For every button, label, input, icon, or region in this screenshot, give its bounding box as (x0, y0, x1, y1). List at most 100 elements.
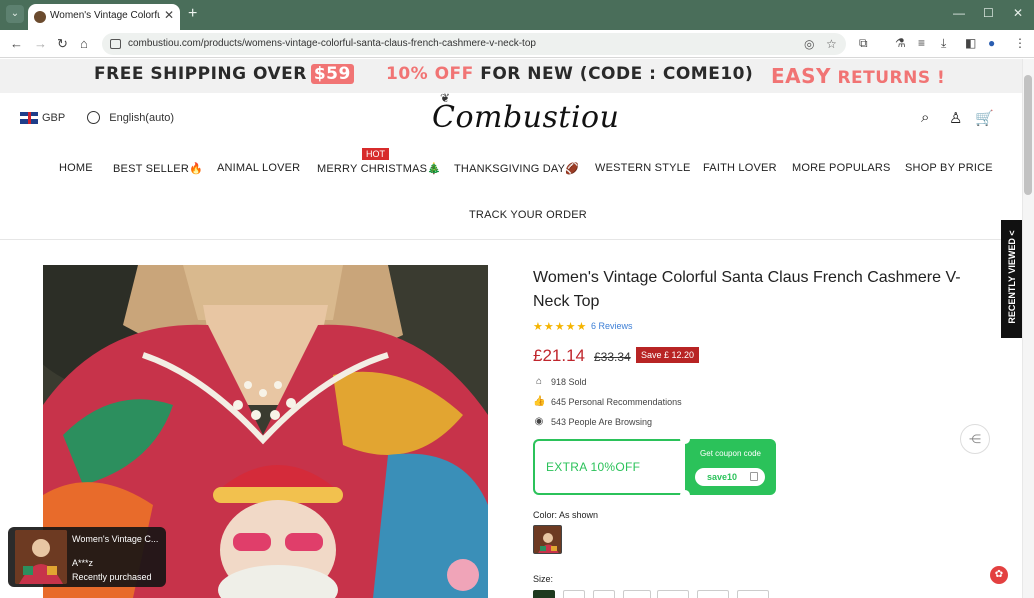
new-tab-icon[interactable]: + (188, 5, 197, 23)
language-label[interactable]: English(auto) (109, 112, 174, 124)
tab-search-icon[interactable]: ⌄ (6, 5, 24, 23)
locale-selector[interactable]: GBP English(auto) (20, 111, 174, 124)
nav-divider (0, 239, 1022, 240)
size-option[interactable] (657, 590, 689, 598)
cart-icon[interactable]: 🛒 (975, 109, 994, 127)
nav-more-populars[interactable]: MORE POPULARS (792, 162, 891, 174)
tracking-eye-icon[interactable]: ◎ (804, 37, 814, 51)
original-price: £33.34 (594, 350, 631, 364)
toast-status: Recently purchased (72, 572, 152, 582)
site-info-icon[interactable] (110, 39, 121, 49)
reviews-link[interactable]: 6 Reviews (591, 321, 633, 331)
browser-window: ⌄ Women's Vintage Colorful Santa ✕ + — ☐… (0, 0, 1034, 598)
share-button[interactable]: ⋲ (960, 424, 990, 454)
nav-western-style[interactable]: WESTERN STYLE (595, 162, 691, 174)
toast-product-name: Women's Vintage C... (72, 534, 159, 544)
recommendations-stat: 👍 645 Personal Recommendations (533, 396, 682, 407)
reading-list-icon[interactable]: ≡ (918, 36, 925, 50)
maximize-icon[interactable]: ☐ (983, 6, 994, 20)
free-shipping-promo: FREE SHIPPING OVER $59 (94, 64, 354, 84)
back-icon[interactable]: ← (10, 36, 23, 52)
site-logo[interactable]: Combustiou (432, 100, 619, 144)
product-title: Women's Vintage Colorful Santa Claus Fre… (533, 269, 961, 310)
coupon-notch-top (680, 434, 690, 444)
tab-title: Women's Vintage Colorful Santa (50, 10, 160, 21)
home-icon[interactable]: ⌂ (80, 36, 88, 52)
bookmark-star-icon[interactable]: ☆ (826, 37, 837, 51)
thumbs-up-icon: 👍 (533, 396, 546, 407)
recent-purchase-toast[interactable]: Women's Vintage C... A***z Recently purc… (8, 527, 166, 587)
chat-support-icon[interactable]: ✿ (990, 566, 1008, 584)
side-panel-icon[interactable]: ◧ (965, 36, 976, 50)
shipping-amount: $59 (310, 64, 354, 84)
swatch-thumbnail (534, 526, 561, 553)
nav-track-order[interactable]: TRACK YOUR ORDER (469, 209, 587, 221)
sold-text: 918 Sold (551, 376, 587, 387)
url-text[interactable]: combustiou.com/products/womens-vintage-c… (128, 38, 536, 49)
recently-viewed-label: RECENTLY VIEWED < (1007, 230, 1017, 324)
save-badge: Save £ 12.20 (636, 347, 700, 363)
active-tab[interactable]: Women's Vintage Colorful Santa ✕ (28, 4, 180, 30)
search-icon[interactable]: ⌕ (921, 109, 929, 126)
favicon-icon (34, 11, 46, 23)
nav-home[interactable]: HOME (59, 162, 93, 174)
sold-stat: ⌂ 918 Sold (533, 376, 587, 387)
recommendations-text: 645 Personal Recommendations (551, 396, 682, 407)
omnibox[interactable]: combustiou.com/products/womens-vintage-c… (102, 33, 846, 55)
coupon-offer-panel: EXTRA 10%OFF (533, 439, 685, 495)
bag-icon: ⌂ (535, 376, 543, 387)
forward-icon[interactable]: → (34, 36, 47, 52)
nav-best-seller[interactable]: BEST SELLER🔥 (113, 162, 203, 175)
labs-icon[interactable]: ⚗ (895, 36, 906, 50)
nav-shop-by-price[interactable]: SHOP BY PRICE (905, 162, 993, 174)
scrollbar-thumb[interactable] (1024, 75, 1032, 195)
toast-product-thumbnail (15, 530, 67, 584)
current-price: £21.14 (533, 346, 585, 365)
size-option[interactable] (563, 590, 585, 598)
tab-bar: ⌄ Women's Vintage Colorful Santa ✕ + — ☐… (0, 0, 1034, 30)
browsing-text: 543 People Are Browsing (551, 416, 653, 427)
recently-viewed-tab[interactable]: RECENTLY VIEWED < (1001, 220, 1022, 338)
currency-label[interactable]: GBP (42, 112, 65, 124)
nav-faith-lover[interactable]: FAITH LOVER (703, 162, 777, 174)
download-icon[interactable]: ⤓ (941, 36, 946, 51)
eye-icon: ◉ (534, 416, 544, 427)
profile-icon[interactable]: ● (988, 36, 995, 50)
nav-thanksgiving-day[interactable]: THANKSGIVING DAY🏈 (454, 162, 579, 175)
uk-flag-icon (20, 111, 38, 124)
discount-text: FOR NEW (CODE : COME10) (480, 64, 754, 84)
size-option[interactable] (697, 590, 729, 598)
hot-badge: HOT (362, 148, 389, 160)
address-bar: ← → ↻ ⌂ combustiou.com/products/womens-v… (0, 30, 1034, 58)
coupon-code-panel[interactable]: Get coupon code save10 (685, 439, 776, 495)
account-icon[interactable]: ♙ (949, 109, 962, 127)
copy-icon[interactable] (750, 472, 758, 481)
close-window-icon[interactable]: ✕ (1013, 6, 1023, 20)
nav-merry-christmas[interactable]: MERRY CHRISTMAS🎄 (317, 162, 441, 175)
color-swatch-as-shown[interactable] (533, 525, 562, 554)
minimize-icon[interactable]: — (953, 6, 965, 20)
color-label: Color: As shown (533, 510, 599, 520)
coupon-code-text: save10 (707, 472, 738, 482)
size-option[interactable] (593, 590, 615, 598)
promo-banner[interactable]: FREE SHIPPING OVER $59 10% OFF FOR NEW (C… (0, 59, 1022, 93)
coupon-code-button[interactable]: save10 (695, 468, 765, 486)
coupon-offer: EXTRA 10%OFF (546, 460, 641, 474)
extensions-icon[interactable]: ⧉ (859, 36, 868, 51)
size-option[interactable] (737, 590, 769, 598)
reload-icon[interactable]: ↻ (57, 36, 68, 52)
browsing-stat: ◉ 543 People Are Browsing (533, 416, 652, 427)
discount-promo: 10% OFF FOR NEW (CODE : COME10) (386, 64, 753, 84)
close-tab-icon[interactable]: ✕ (164, 8, 174, 22)
toast-buyer: A***z (72, 558, 94, 568)
returns-text: RETURNS ! (837, 68, 946, 88)
size-label: Size: (533, 574, 554, 584)
size-option[interactable] (623, 590, 651, 598)
globe-icon (87, 111, 101, 124)
coupon-card[interactable]: EXTRA 10%OFF Get coupon code save10 (533, 434, 776, 500)
nav-animal-lover[interactable]: ANIMAL LOVER (217, 162, 300, 174)
returns-promo: EASY RETURNS ! (771, 64, 945, 88)
discount-highlight: 10% OFF (386, 64, 474, 84)
size-option-selected[interactable] (533, 590, 555, 598)
menu-icon[interactable]: ⋮ (1014, 36, 1026, 50)
